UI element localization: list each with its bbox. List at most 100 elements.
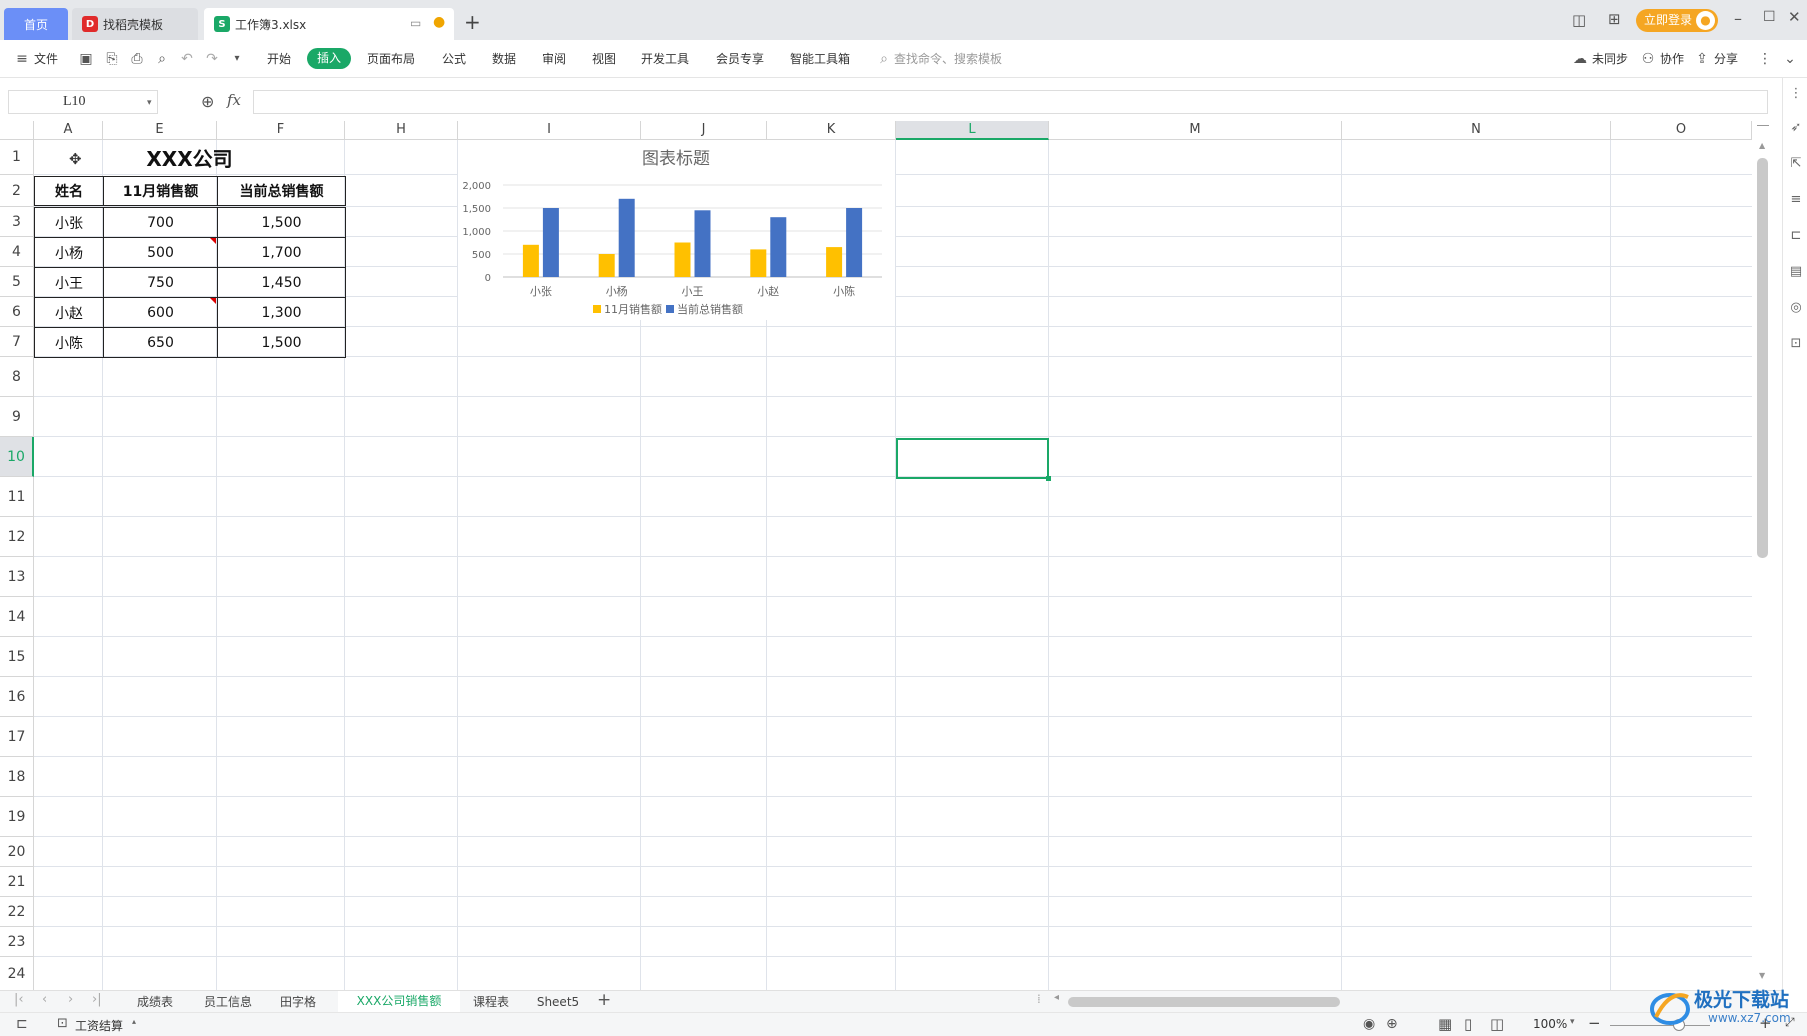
menu-developer[interactable]: 开发工具 — [641, 50, 689, 67]
first-sheet-icon[interactable]: |‹ — [14, 992, 24, 1007]
language-icon[interactable]: ⊕ — [1386, 1016, 1398, 1032]
row-header-7[interactable]: 7 — [0, 327, 34, 357]
menu-page-layout[interactable]: 页面布局 — [367, 50, 415, 67]
scroll-down-icon[interactable]: ▼ — [1759, 971, 1765, 980]
header-total-sales[interactable]: 当前总销售额 — [217, 176, 346, 206]
nov-sales-cell[interactable]: 750 — [103, 267, 218, 298]
sheet-tab[interactable]: 田字格 — [272, 993, 324, 1011]
row-header-18[interactable]: 18 — [0, 757, 34, 797]
row-header-6[interactable]: 6 — [0, 297, 34, 327]
column-header-N[interactable]: N — [1342, 121, 1611, 140]
header-name[interactable]: 姓名 — [34, 176, 104, 206]
row-header-24[interactable]: 24 — [0, 957, 34, 991]
row-header-20[interactable]: 20 — [0, 837, 34, 867]
tab-docer-templates[interactable]: D 找稻壳模板 — [72, 8, 198, 40]
break-view-icon[interactable]: ◫ — [1490, 1015, 1504, 1033]
nov-sales-cell[interactable]: 500 — [103, 237, 218, 268]
nov-sales-cell[interactable]: 600 — [103, 297, 218, 328]
column-header-J[interactable]: J — [641, 121, 767, 140]
row-header-10[interactable]: 10 — [0, 437, 34, 477]
row-header-5[interactable]: 5 — [0, 267, 34, 297]
zoom-out-icon[interactable]: − — [1588, 1014, 1601, 1032]
total-sales-cell[interactable]: 1,300 — [217, 297, 346, 328]
print-preview-icon[interactable]: ⌕ — [154, 51, 170, 67]
spreadsheet-grid[interactable]: AEFHIJKLMNO 1 2 3 4 5 6 7 8 9 10 11 12 13 14 15 16 17 18 1… — [0, 121, 1752, 991]
column-header-O[interactable]: O — [1611, 121, 1752, 140]
row-header-1[interactable]: 1 — [0, 140, 34, 175]
grid-apps-icon[interactable]: ⊞ — [1608, 10, 1621, 28]
prev-sheet-icon[interactable]: ‹ — [42, 992, 47, 1007]
row-header-3[interactable]: 3 — [0, 207, 34, 237]
vertical-scroll-thumb[interactable] — [1757, 158, 1768, 558]
last-sheet-icon[interactable]: ›| — [92, 992, 102, 1007]
selected-cell[interactable] — [896, 438, 1049, 479]
sheet-tab[interactable]: XXX公司销售额 — [338, 991, 460, 1012]
menu-formulas[interactable]: 公式 — [442, 50, 466, 67]
hamburger-icon[interactable]: ≡ — [14, 51, 30, 67]
menu-insert[interactable]: 插入 — [307, 48, 351, 69]
name-cell[interactable]: 小王 — [34, 267, 104, 298]
tab-splitter-icon[interactable]: ⁞ — [1037, 992, 1041, 1006]
close-icon[interactable]: ✕ — [1788, 8, 1801, 26]
more-icon[interactable]: ⋮ — [1757, 51, 1773, 67]
more-dropdown-icon[interactable]: ▾ — [229, 51, 245, 67]
nov-sales-cell[interactable]: 650 — [103, 327, 218, 358]
eye-protect-icon[interactable]: ◉ — [1363, 1016, 1375, 1032]
menu-smart-toolbox[interactable]: 智能工具箱 — [790, 50, 850, 67]
fill-handle[interactable] — [1046, 476, 1051, 481]
macro-label[interactable]: 工资结算 — [75, 1017, 123, 1034]
macro-dropdown-icon[interactable]: ▴ — [132, 1017, 136, 1026]
tab-home[interactable]: 首页 — [4, 8, 68, 40]
menu-start[interactable]: 开始 — [267, 50, 291, 67]
shape-icon[interactable]: ⊏ — [1788, 228, 1804, 244]
scroll-split-icon[interactable] — [1757, 125, 1769, 131]
row-header-14[interactable]: 14 — [0, 597, 34, 637]
row-header-12[interactable]: 12 — [0, 517, 34, 557]
comment-indicator[interactable] — [210, 238, 216, 244]
column-header-L[interactable]: L — [896, 121, 1049, 140]
vertical-scrollbar[interactable]: ▲ ▼ — [1752, 121, 1782, 990]
select-all-corner[interactable] — [0, 121, 34, 140]
row-header-19[interactable]: 19 — [0, 797, 34, 837]
column-header-A[interactable]: A — [34, 121, 103, 140]
total-sales-cell[interactable]: 1,700 — [217, 237, 346, 268]
cursor-icon[interactable]: ⇱ — [1788, 156, 1804, 172]
new-tab-icon[interactable]: + — [464, 10, 481, 34]
collapse-ribbon-icon[interactable]: ⌄ — [1782, 51, 1798, 67]
sheet-tab[interactable]: Sheet5 — [528, 993, 588, 1011]
book-icon[interactable]: ⊡ — [1788, 336, 1804, 352]
row-header-2[interactable]: 2 — [0, 175, 34, 207]
row-header-13[interactable]: 13 — [0, 557, 34, 597]
menu-review[interactable]: 审阅 — [542, 50, 566, 67]
zoom-formula-icon[interactable]: ⊕ — [201, 92, 214, 111]
location-icon[interactable]: ◎ — [1788, 300, 1804, 316]
sheet-tab[interactable]: 员工信息 — [196, 993, 260, 1011]
column-header-K[interactable]: K — [767, 121, 896, 140]
save-icon[interactable]: ▣ — [78, 51, 94, 67]
page-view-icon[interactable]: ▯ — [1464, 1015, 1472, 1033]
normal-view-icon[interactable]: ▦ — [1438, 1015, 1452, 1033]
name-box-dropdown-icon[interactable]: ▾ — [147, 91, 152, 113]
chart-tools-icon[interactable]: ▤ — [1788, 264, 1804, 280]
row-header-9[interactable]: 9 — [0, 397, 34, 437]
rocket-icon[interactable]: ➶ — [1788, 120, 1804, 136]
column-header-M[interactable]: M — [1049, 121, 1342, 140]
column-header-E[interactable]: E — [103, 121, 217, 140]
total-sales-cell[interactable]: 1,500 — [217, 327, 346, 358]
zoom-level[interactable]: 100% — [1533, 1017, 1567, 1031]
undo-icon[interactable]: ↶ — [179, 51, 195, 67]
tab-workbook[interactable]: S 工作簿3.xlsx ▭ ● — [204, 8, 454, 40]
row-header-22[interactable]: 22 — [0, 897, 34, 927]
redo-icon[interactable]: ↷ — [204, 51, 220, 67]
name-cell[interactable]: 小赵 — [34, 297, 104, 328]
screen-icon[interactable]: ⊏ — [16, 1016, 28, 1032]
monitor-icon[interactable]: ▭ — [410, 16, 421, 30]
menu-view[interactable]: 视图 — [592, 50, 616, 67]
command-search[interactable]: 查找命令、搜索模板 — [894, 50, 1002, 67]
function-icon[interactable]: fx — [227, 91, 241, 109]
menu-data[interactable]: 数据 — [492, 50, 516, 67]
row-header-15[interactable]: 15 — [0, 637, 34, 677]
name-cell[interactable]: 小张 — [34, 207, 104, 238]
total-sales-cell[interactable]: 1,450 — [217, 267, 346, 298]
row-header-17[interactable]: 17 — [0, 717, 34, 757]
